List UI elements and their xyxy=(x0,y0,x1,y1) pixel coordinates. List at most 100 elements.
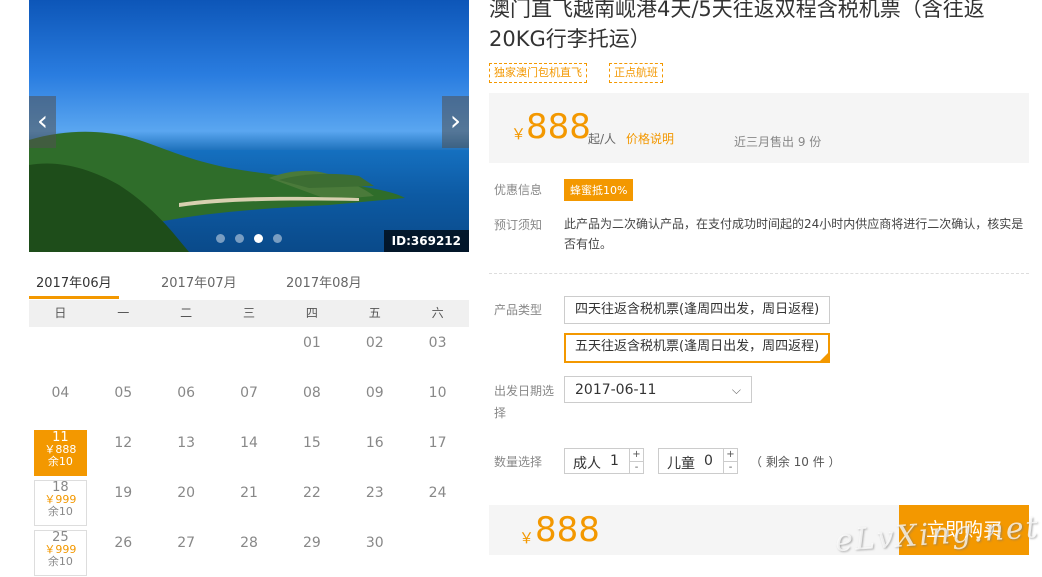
calendar-day: 05 xyxy=(92,377,155,427)
calendar-day: 22 xyxy=(280,477,343,527)
calendar-day: 24 xyxy=(406,477,469,527)
calendar-week-row: 04 05 06 07 08 09 10 xyxy=(29,377,469,427)
gallery-landscape-image xyxy=(29,131,405,252)
calendar-week-row: 18 ￥999 余10 19 20 21 22 23 24 xyxy=(29,477,469,527)
day-number: 14 xyxy=(240,435,258,451)
calendar-day: 27 xyxy=(155,527,218,577)
gallery-dot[interactable] xyxy=(273,234,282,243)
product-tag: 独家澳门包机直飞 xyxy=(489,63,587,83)
calendar-day: 12 xyxy=(92,427,155,477)
image-id-badge: ID:369212 xyxy=(383,230,469,252)
image-gallery[interactable]: ‹ › ID:369212 xyxy=(29,0,469,252)
sold-count: 近三月售出 9 份 xyxy=(734,135,822,149)
departure-date-value: 2017-06-11 xyxy=(575,382,657,398)
gallery-prev-button[interactable]: ‹ xyxy=(29,96,56,148)
product-type-option-4day[interactable]: 四天往返含税机票(逢周四出发，周日返程) xyxy=(564,296,831,324)
calendar-day: 16 xyxy=(343,427,406,477)
gallery-dot[interactable] xyxy=(254,234,263,243)
calendar-day: 17 xyxy=(406,427,469,477)
price-box: ￥ 888 起/人 价格说明 近三月售出 9 份 xyxy=(489,93,1029,163)
tab-month-1[interactable]: 2017年06月 xyxy=(36,272,112,291)
day-number: 01 xyxy=(302,335,321,351)
calendar-empty-cell xyxy=(29,327,92,377)
day-number: 13 xyxy=(177,435,196,451)
promo-coupon-badge: 蜂蜜抵10% xyxy=(564,179,634,201)
day-number: 02 xyxy=(365,335,384,351)
child-minus-button[interactable]: - xyxy=(723,461,737,474)
gallery-next-button[interactable]: › xyxy=(442,96,469,148)
adult-minus-button[interactable]: - xyxy=(629,461,643,474)
tab-month-3[interactable]: 2017年08月 xyxy=(286,272,362,291)
product-type-option-5day[interactable]: 五天往返含税机票(逢周日出发，周四返程) xyxy=(564,333,831,363)
calendar-week-row: 11 ￥888 余10 12 13 14 15 16 17 xyxy=(29,427,469,477)
day-number: 16 xyxy=(365,435,384,451)
day-number: 23 xyxy=(365,485,384,501)
day-number: 05 xyxy=(114,385,133,401)
promo-label: 优惠信息 xyxy=(494,183,543,197)
price-unit: 起/人 xyxy=(588,132,617,146)
departure-date-select[interactable]: 2017-06-11 ⌵ xyxy=(564,376,752,403)
day-number: 27 xyxy=(177,535,196,551)
day-number: 29 xyxy=(302,535,321,551)
product-title: 澳门直飞越南岘港4天/5天往返双程含税机票（含往返20KG行李托运） xyxy=(489,0,985,51)
quantity-label: 数量选择 xyxy=(494,455,543,469)
day-number: 06 xyxy=(177,385,196,401)
day-number: 08 xyxy=(302,385,321,401)
active-month-underline xyxy=(29,296,119,299)
calendar-month-tabs: 2017年06月 2017年07月 2017年08月 xyxy=(29,268,469,300)
weekday-label: 三 xyxy=(243,306,256,320)
calendar-day: 03 xyxy=(406,327,469,377)
weekday-label: 二 xyxy=(180,306,193,320)
day-number: 11 xyxy=(52,430,69,445)
calendar-day: 10 xyxy=(406,377,469,427)
calendar-empty-cell xyxy=(406,527,469,577)
day-number: 24 xyxy=(428,485,447,501)
calendar-day: 15 xyxy=(280,427,343,477)
remaining-stock: （ 剩余 10 件 ） xyxy=(750,455,841,469)
day-number: 04 xyxy=(51,385,70,401)
section-divider xyxy=(489,273,1029,274)
adult-plus-button[interactable]: + xyxy=(629,449,643,461)
adult-value: 1 xyxy=(610,453,619,469)
weekday-label: 五 xyxy=(368,306,381,320)
tab-month-2[interactable]: 2017年07月 xyxy=(161,272,237,291)
child-value: 0 xyxy=(704,453,713,469)
day-number: 10 xyxy=(428,385,447,401)
product-type-label: 产品类型 xyxy=(494,303,543,317)
calendar-day-available[interactable]: 25 ￥999 余10 xyxy=(29,527,92,577)
day-number: 20 xyxy=(177,485,196,501)
calendar-day: 14 xyxy=(218,427,281,477)
day-number: 03 xyxy=(428,335,447,351)
calendar-day-available[interactable]: 18 ￥999 余10 xyxy=(29,477,92,527)
child-plus-button[interactable]: + xyxy=(723,449,737,461)
calendar-day: 29 xyxy=(280,527,343,577)
buy-now-button[interactable]: 立即购买 xyxy=(899,505,1029,555)
weekday-label: 日 xyxy=(54,306,67,320)
calendar-day: 26 xyxy=(92,527,155,577)
day-number: 30 xyxy=(365,535,384,551)
calendar-week-row: 25 ￥999 余10 26 27 28 29 30 xyxy=(29,527,469,577)
calendar-weekday-header: 日 一 二 三 四 五 六 xyxy=(29,300,469,327)
adult-label: 成人 xyxy=(573,456,601,472)
calendar-day: 19 xyxy=(92,477,155,527)
price-note-link[interactable]: 价格说明 xyxy=(626,130,674,147)
calendar-day: 06 xyxy=(155,377,218,427)
calendar-day-selected[interactable]: 11 ￥888 余10 xyxy=(29,427,92,477)
calendar-day: 28 xyxy=(218,527,281,577)
notice-text: 此产品为二次确认产品，在支付成功时间起的24小时内供应商将进行二次确认，核实是否… xyxy=(564,217,1024,251)
total-price: 888 xyxy=(535,510,600,550)
calendar-empty-cell xyxy=(218,327,281,377)
chevron-left-icon: ‹ xyxy=(36,104,49,137)
calendar-day: 08 xyxy=(280,377,343,427)
notice-label: 预订须知 xyxy=(494,218,543,232)
gallery-dot[interactable] xyxy=(235,234,244,243)
day-number: 09 xyxy=(365,385,384,401)
calendar-day: 01 xyxy=(280,327,343,377)
calendar-day: 02 xyxy=(343,327,406,377)
calendar-day: 07 xyxy=(218,377,281,427)
day-number: 19 xyxy=(114,485,133,501)
calendar-day: 21 xyxy=(218,477,281,527)
gallery-dot[interactable] xyxy=(216,234,225,243)
child-quantity-stepper[interactable]: 儿童 0 + - xyxy=(658,448,738,474)
adult-quantity-stepper[interactable]: 成人 1 + - xyxy=(564,448,644,474)
